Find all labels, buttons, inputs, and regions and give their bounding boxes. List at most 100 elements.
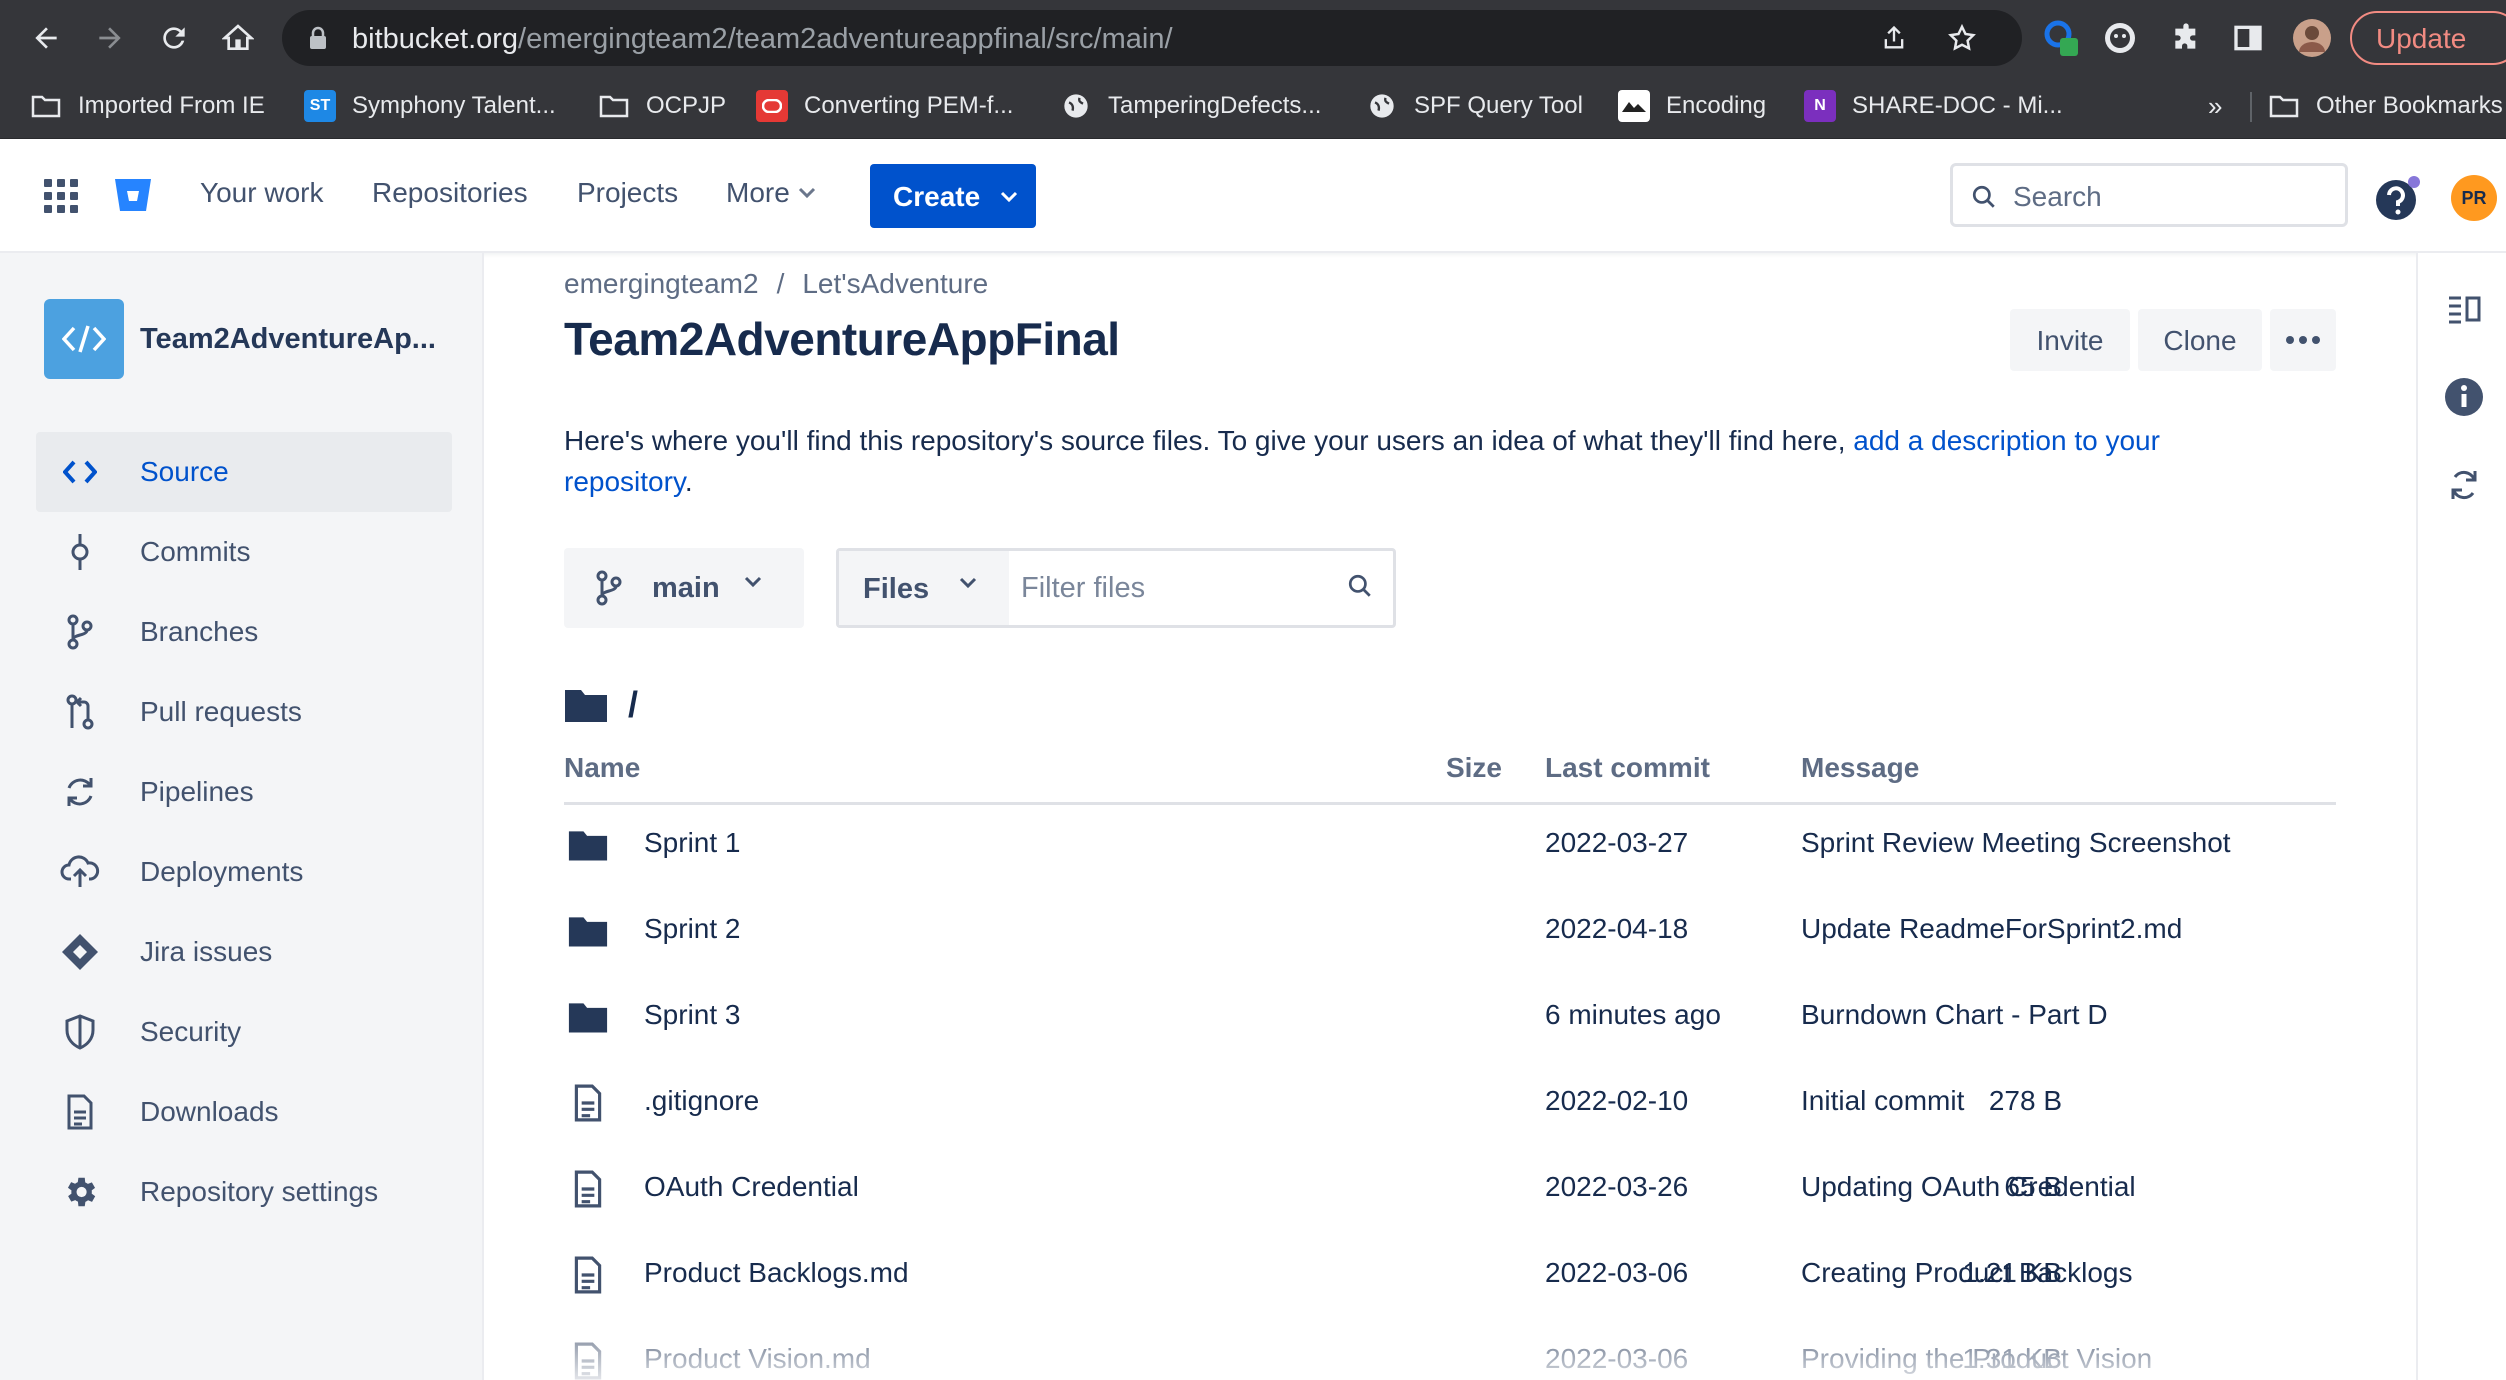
repository-avatar-icon[interactable] [44, 299, 124, 379]
table-row[interactable]: Sprint 3 6 minutes ago Burndown Chart - … [564, 977, 2336, 1063]
downloads-icon [60, 1092, 100, 1132]
repository-name[interactable]: Team2AdventureAp... [140, 323, 436, 356]
bookmarks-overflow-button[interactable]: » [2208, 86, 2222, 126]
sidebar-item-branches[interactable]: Branches [36, 592, 452, 672]
nav-your-work[interactable]: Your work [200, 177, 323, 209]
table-row[interactable]: Sprint 2 2022-04-18 Update ReadmeForSpri… [564, 891, 2336, 977]
reload-button[interactable] [150, 14, 198, 62]
help-icon[interactable] [2374, 176, 2420, 222]
bookmark-tampering-defects[interactable]: TamperingDefects... [1060, 86, 1321, 126]
sync-icon[interactable] [2444, 465, 2484, 505]
filter-files-input[interactable] [1011, 551, 1331, 625]
pull-request-icon [60, 692, 100, 732]
profile-avatar-icon[interactable] [2292, 18, 2332, 58]
bitbucket-logo-icon[interactable] [114, 177, 152, 213]
sidebar-item-downloads[interactable]: Downloads [36, 1072, 452, 1152]
create-button[interactable]: Create [870, 164, 1036, 228]
branch-icon [594, 570, 624, 606]
invite-button[interactable]: Invite [2010, 309, 2130, 371]
table-row[interactable]: .gitignore 278 B 2022-02-10 Initial comm… [564, 1063, 2336, 1149]
table-row[interactable]: OAuth Credential 65 B 2022-03-26 Updatin… [564, 1149, 2336, 1235]
chevron-down-icon [1000, 191, 1018, 203]
folder-icon [565, 690, 607, 722]
extension-blue-icon[interactable] [2040, 18, 2080, 58]
bookmark-encoding[interactable]: Encoding [1618, 86, 1766, 126]
table-row[interactable]: Product Backlogs.md 1.21 KB 2022-03-06 C… [564, 1235, 2336, 1321]
table-row[interactable]: Sprint 1 2022-03-27 Sprint Review Meetin… [564, 805, 2336, 891]
puzzle-icon[interactable] [2166, 18, 2206, 58]
nav-more[interactable]: More [726, 177, 816, 209]
nav-repositories[interactable]: Repositories [372, 177, 528, 209]
breadcrumb-project[interactable]: Let'sAdventure [802, 268, 988, 299]
side-panel-icon[interactable] [2228, 18, 2268, 58]
column-header-message[interactable]: Message [1801, 752, 1919, 784]
forward-button[interactable] [86, 14, 134, 62]
file-icon [566, 1167, 610, 1211]
folder-icon [566, 823, 610, 867]
back-button[interactable] [22, 14, 70, 62]
reload-icon [163, 27, 185, 49]
arrow-left-icon [35, 27, 57, 49]
table-row[interactable]: Product Vision.md 1.31 KB 2022-03-06 Pro… [564, 1321, 2336, 1380]
arrow-right-icon [99, 27, 121, 49]
converting-pem-icon [756, 90, 788, 122]
home-icon [222, 24, 254, 50]
column-header-size[interactable]: Size [1347, 752, 1502, 784]
file-filter: Files [836, 548, 1396, 628]
sidebar: Team2AdventureAp... Source Commits Branc… [0, 253, 484, 1380]
search-icon[interactable] [1347, 573, 1373, 599]
browser-toolbar: bitbucket.org/emergingteam2/team2adventu… [0, 0, 2506, 76]
globe-icon [1366, 90, 1398, 122]
branch-selector[interactable]: main [564, 548, 804, 628]
breadcrumb-workspace[interactable]: emergingteam2 [564, 268, 759, 299]
bookmarks-divider [2250, 92, 2252, 122]
sidebar-item-repository-settings[interactable]: Repository settings [36, 1152, 452, 1232]
repository-description: Here's where you'll find this repository… [564, 425, 2160, 497]
bookmark-share-doc[interactable]: N SHARE-DOC - Mi... [1804, 86, 2063, 126]
deployments-icon [60, 852, 100, 892]
url-text: bitbucket.org/emergingteam2/team2adventu… [352, 23, 1173, 55]
sidebar-item-deployments[interactable]: Deployments [36, 832, 452, 912]
column-header-name[interactable]: Name [564, 752, 640, 784]
file-icon [566, 1339, 610, 1380]
extension-robot-icon[interactable] [2100, 18, 2140, 58]
bookmarks-bar: Imported From IE ST Symphony Talent... O… [0, 76, 2506, 139]
info-icon[interactable] [2444, 377, 2484, 417]
nav-projects[interactable]: Projects [577, 177, 678, 209]
sidebar-item-commits[interactable]: Commits [36, 512, 452, 592]
file-icon [566, 1081, 610, 1125]
search-input[interactable]: Search [1950, 163, 2348, 227]
bookmark-symphony-talent[interactable]: ST Symphony Talent... [304, 86, 556, 126]
avatar[interactable]: PR [2451, 175, 2497, 221]
folder-icon [566, 909, 610, 953]
sidebar-item-jira-issues[interactable]: Jira issues [36, 912, 452, 992]
bookmark-other-bookmarks[interactable]: Other Bookmarks [2268, 86, 2503, 126]
sidebar-item-security[interactable]: Security [36, 992, 452, 1072]
home-button[interactable] [214, 14, 262, 62]
app-switcher-icon[interactable] [44, 179, 78, 213]
folder-icon [566, 995, 610, 1039]
sidebar-item-pipelines[interactable]: Pipelines [36, 752, 452, 832]
right-rail [2416, 253, 2506, 1380]
bookmark-converting-pem[interactable]: Converting PEM-f... [756, 86, 1013, 126]
clone-button[interactable]: Clone [2138, 309, 2262, 371]
column-header-last-commit[interactable]: Last commit [1545, 752, 1710, 784]
update-button[interactable]: Update [2350, 11, 2506, 65]
shield-icon [60, 1012, 100, 1052]
bookmark-ocpjp[interactable]: OCPJP [598, 86, 726, 126]
share-icon[interactable] [1878, 22, 1910, 54]
onenote-icon: N [1804, 90, 1836, 122]
more-actions-button[interactable] [2270, 309, 2336, 371]
bookmark-imported-from-ie[interactable]: Imported From IE [30, 86, 265, 126]
address-bar[interactable]: bitbucket.org/emergingteam2/team2adventu… [282, 10, 2022, 66]
files-type-select[interactable]: Files [839, 551, 1009, 625]
chevron-down-icon [744, 576, 762, 588]
sidebar-item-pull-requests[interactable]: Pull requests [36, 672, 452, 752]
bookmark-spf-query-tool[interactable]: SPF Query Tool [1366, 86, 1583, 126]
jira-icon [60, 932, 100, 972]
star-icon[interactable] [1946, 22, 1978, 54]
sidebar-item-source[interactable]: Source [36, 432, 452, 512]
globe-icon [1060, 90, 1092, 122]
chevron-down-icon [798, 187, 815, 199]
file-tree-toggle-icon[interactable] [2444, 289, 2484, 329]
